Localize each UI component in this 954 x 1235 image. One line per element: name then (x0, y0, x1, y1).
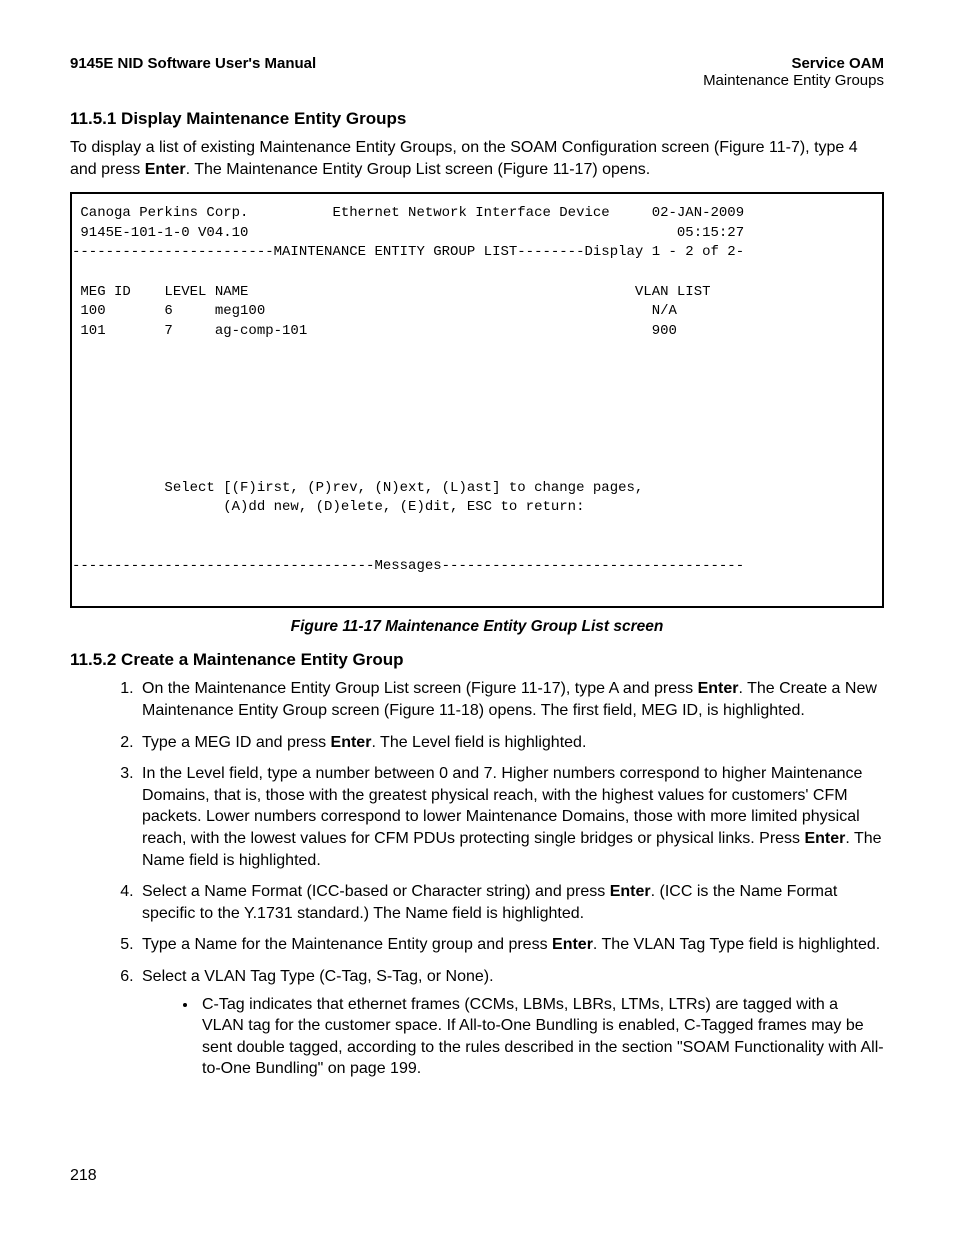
step3-bold: Enter (804, 830, 845, 847)
step-4: Select a Name Format (ICC-based or Chara… (138, 881, 884, 924)
term-blank8 (72, 519, 80, 535)
term-blank4 (72, 401, 80, 417)
term-line11: Select [(F)irst, (P)rev, (N)ext, (L)ast]… (72, 480, 643, 496)
term-line3: ------------------------MAINTENANCE ENTI… (72, 244, 744, 260)
term-blank3 (72, 382, 80, 398)
header-right-sub: Maintenance Entity Groups (703, 72, 884, 89)
section-11-5-2-heading: 11.5.2 Create a Maintenance Entity Group (70, 650, 884, 670)
section-11-5-1-heading: 11.5.1 Display Maintenance Entity Groups (70, 109, 884, 129)
header-left: 9145E NID Software User's Manual (70, 55, 316, 72)
step6-a: Select a VLAN Tag Type (C-Tag, S-Tag, or… (142, 968, 494, 985)
term-blank7 (72, 460, 80, 476)
steps-list: On the Maintenance Entity Group List scr… (70, 678, 884, 1080)
term-line4 (72, 264, 80, 280)
term-line6: 100 6 meg100 N/A (72, 303, 677, 319)
header-right: Service OAM Maintenance Entity Groups (703, 55, 884, 89)
page-header: 9145E NID Software User's Manual Service… (70, 55, 884, 89)
term-line7: 101 7 ag-comp-101 900 (72, 323, 677, 339)
term-line1: Canoga Perkins Corp. Ethernet Network In… (72, 205, 744, 221)
page-number: 218 (70, 1167, 97, 1185)
step3-a: In the Level field, type a number betwee… (142, 765, 862, 847)
step1-a: On the Maintenance Entity Group List scr… (142, 680, 698, 697)
term-blank6 (72, 440, 80, 456)
step-5: Type a Name for the Maintenance Entity g… (138, 934, 884, 956)
step4-a: Select a Name Format (ICC-based or Chara… (142, 883, 610, 900)
step6-bullets: C-Tag indicates that ethernet frames (CC… (142, 994, 884, 1080)
step5-b: . The VLAN Tag Type field is highlighted… (593, 936, 880, 953)
section1-para-bold: Enter (145, 161, 186, 178)
term-blank1 (72, 342, 80, 358)
section1-para: To display a list of existing Maintenanc… (70, 137, 884, 180)
step1-bold: Enter (698, 680, 739, 697)
step2-bold: Enter (331, 734, 372, 751)
term-line12: (A)dd new, (D)elete, (E)dit, ESC to retu… (72, 499, 584, 515)
step2-b: . The Level field is highlighted. (371, 734, 586, 751)
term-blank2 (72, 362, 80, 378)
header-right-bold: Service OAM (791, 55, 884, 72)
step-2: Type a MEG ID and press Enter. The Level… (138, 732, 884, 754)
step5-a: Type a Name for the Maintenance Entity g… (142, 936, 552, 953)
bullet-ctag: C-Tag indicates that ethernet frames (CC… (198, 994, 884, 1080)
term-line2: 9145E-101-1-0 V04.10 05:15:27 (72, 225, 744, 241)
step-1: On the Maintenance Entity Group List scr… (138, 678, 884, 721)
terminal-screenshot: Canoga Perkins Corp. Ethernet Network In… (70, 192, 884, 608)
term-line13: ------------------------------------Mess… (72, 558, 744, 574)
step4-bold: Enter (610, 883, 651, 900)
step2-a: Type a MEG ID and press (142, 734, 331, 751)
term-line5: MEG ID LEVEL NAME VLAN LIST (72, 284, 711, 300)
step-3: In the Level field, type a number betwee… (138, 763, 884, 871)
section1-para-b: . The Maintenance Entity Group List scre… (186, 161, 651, 178)
figure-caption: Figure 11-17 Maintenance Entity Group Li… (70, 618, 884, 636)
step5-bold: Enter (552, 936, 593, 953)
term-blank9 (72, 538, 80, 554)
term-blank5 (72, 421, 80, 437)
step-6: Select a VLAN Tag Type (C-Tag, S-Tag, or… (138, 966, 884, 1080)
